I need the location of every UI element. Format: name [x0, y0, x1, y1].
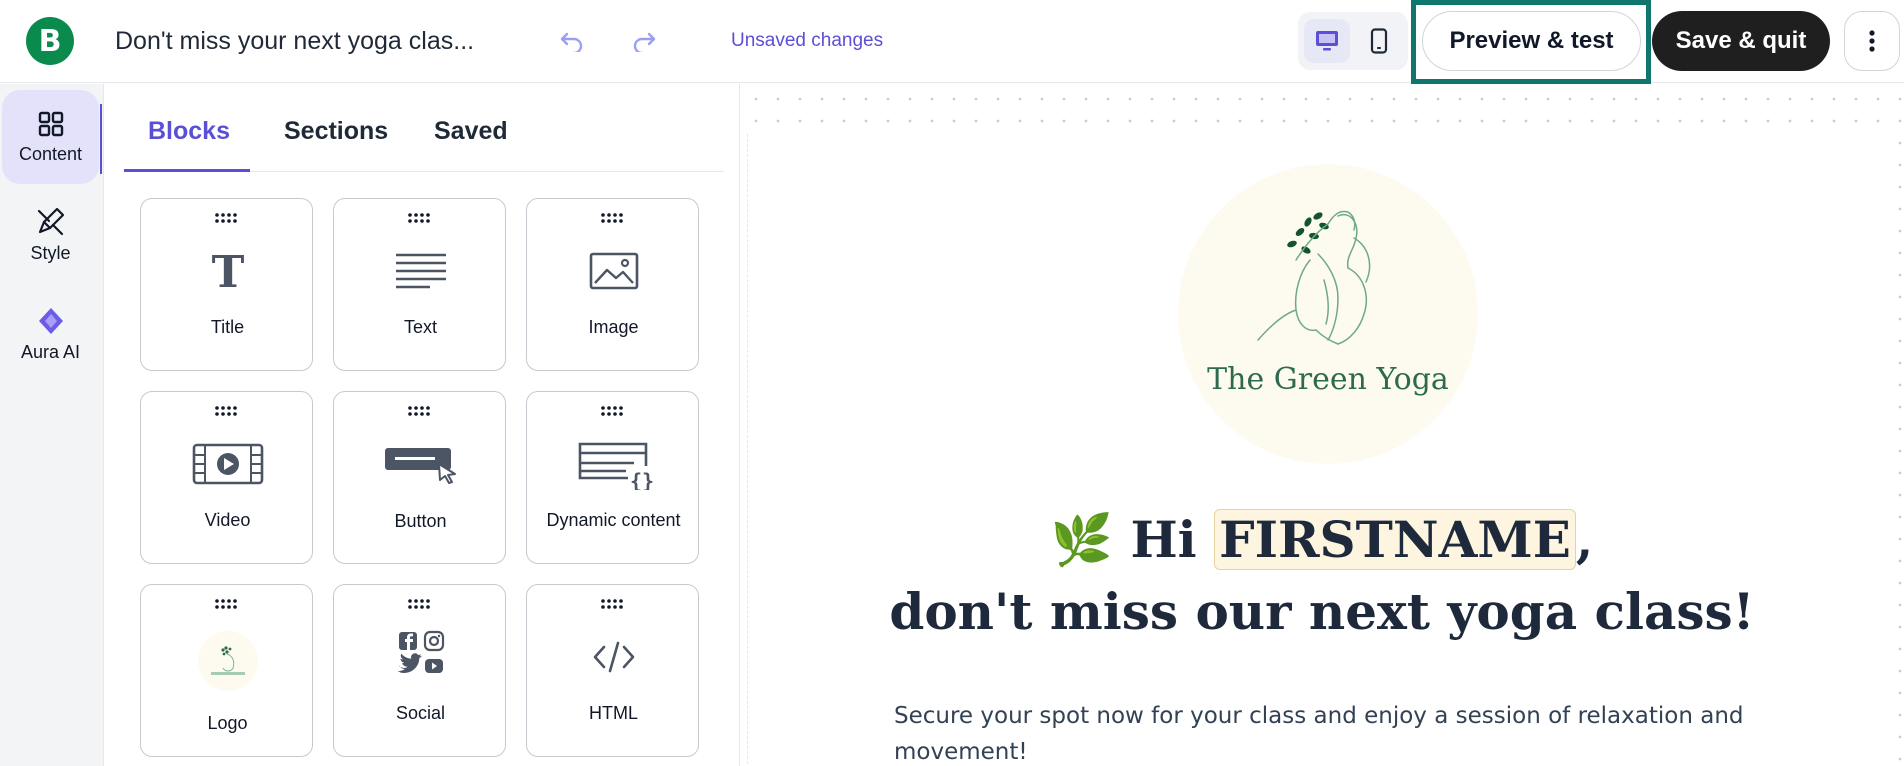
redo-button[interactable] [626, 24, 662, 58]
save-and-quit-button[interactable]: Save & quit [1652, 11, 1830, 71]
button-icon [334, 434, 507, 494]
active-indicator [100, 104, 102, 174]
email-body-text[interactable]: Secure your spot now for your class and … [894, 698, 1754, 766]
youtube-icon [424, 659, 443, 673]
drag-handle-icon [408, 599, 430, 609]
headline-line-2: don't miss our next yoga class! [889, 582, 1755, 641]
email-headline[interactable]: 🌿 Hi FIRSTNAME, don't miss our next yoga… [748, 504, 1896, 648]
unsaved-changes-status: Unsaved changes [731, 30, 884, 51]
tab-blocks[interactable]: Blocks [148, 117, 230, 146]
email-canvas[interactable]: The Green Yoga 🌿 Hi FIRSTNAME, don't mis… [741, 84, 1904, 766]
drag-handle-icon [601, 406, 623, 416]
rail-item-content[interactable]: Content [2, 90, 99, 184]
rail-item-aura-ai[interactable]: Aura AI [2, 287, 99, 381]
block-video[interactable]: Video [140, 391, 313, 564]
headline-line-1: 🌿 Hi FIRSTNAME, [748, 504, 1896, 576]
block-button[interactable]: Button [333, 391, 506, 564]
block-title[interactable]: T Title [140, 198, 313, 371]
panel-tabs: Blocks Sections Saved [124, 84, 724, 172]
block-label: Button [394, 511, 447, 531]
block-label: Title [210, 317, 245, 337]
kebab-menu-icon [1869, 30, 1875, 52]
tab-saved[interactable]: Saved [434, 117, 508, 146]
block-html[interactable]: HTML [526, 584, 699, 757]
dynamic-content-icon: {} [527, 434, 700, 494]
drag-handle-icon [408, 213, 430, 223]
pen-icon [37, 207, 64, 235]
mobile-view-button[interactable] [1356, 19, 1402, 63]
block-social[interactable]: Social [333, 584, 506, 757]
html-icon [527, 627, 700, 687]
block-text[interactable]: Text [333, 198, 506, 371]
drag-handle-icon [215, 406, 237, 416]
grid-icon [38, 111, 63, 136]
logo-text: The Green Yoga [1207, 362, 1449, 397]
twitter-icon [397, 653, 422, 673]
block-dynamic-content[interactable]: {} Dynamic content [526, 391, 699, 564]
block-label: Logo [207, 713, 248, 733]
blocks-panel: Blocks Sections Saved T Title Text Image… [110, 84, 740, 766]
desktop-icon [1316, 31, 1338, 51]
logo-thumbnail-icon [141, 631, 314, 691]
block-label: Social [395, 703, 446, 723]
block-label: HTML [589, 703, 638, 723]
device-toggle [1298, 12, 1408, 70]
mobile-icon [1370, 28, 1388, 54]
rail-item-label: Content [18, 143, 83, 164]
svg-text:T: T [211, 249, 244, 293]
block-label: Image [588, 317, 639, 337]
block-label: Dynamic content [546, 510, 681, 530]
brand-logo-image[interactable]: The Green Yoga [1178, 164, 1478, 464]
drag-handle-icon [601, 213, 623, 223]
drag-handle-icon [215, 599, 237, 609]
undo-icon [560, 32, 583, 52]
rail-item-label: Aura AI [20, 341, 81, 362]
facebook-icon [398, 632, 417, 650]
drag-handle-icon [215, 213, 237, 223]
video-icon [141, 434, 314, 494]
active-tab-underline [124, 169, 250, 172]
social-icons [334, 623, 507, 683]
title-icon: T [141, 241, 314, 301]
text-icon [334, 241, 507, 301]
drag-handle-icon [408, 406, 430, 416]
svg-text:{}: {} [629, 469, 653, 490]
left-rail: Content Style Aura AI [0, 84, 104, 766]
brand-logo[interactable]: B [26, 17, 74, 65]
more-options-button[interactable] [1844, 11, 1900, 71]
greeting-prefix: Hi [1130, 510, 1197, 569]
campaign-title[interactable]: Don't miss your next yoga clas... [115, 27, 474, 56]
drag-handle-icon [601, 599, 623, 609]
email-body[interactable]: The Green Yoga 🌿 Hi FIRSTNAME, don't mis… [747, 134, 1895, 766]
rail-item-style[interactable]: Style [2, 187, 99, 281]
greeting-suffix: , [1575, 510, 1594, 569]
preview-and-test-button[interactable]: Preview & test [1422, 11, 1641, 71]
yoga-figure-icon [1257, 210, 1371, 345]
undo-button[interactable] [554, 24, 590, 58]
rail-item-label: Style [30, 242, 71, 263]
sparkle-icon [38, 307, 63, 334]
block-logo[interactable]: Logo [140, 584, 313, 757]
top-bar: B Don't miss your next yoga clas... Unsa… [0, 0, 1904, 84]
block-label: Video [204, 510, 251, 530]
tab-sections[interactable]: Sections [284, 117, 388, 146]
firstname-merge-tag[interactable]: FIRSTNAME [1214, 509, 1576, 570]
instagram-icon [423, 630, 444, 652]
leaf-emoji-icon: 🌿 [1050, 510, 1114, 569]
desktop-view-button[interactable] [1304, 19, 1350, 63]
block-image[interactable]: Image [526, 198, 699, 371]
image-icon [527, 241, 700, 301]
redo-icon [633, 32, 656, 52]
block-label: Text [403, 317, 437, 337]
